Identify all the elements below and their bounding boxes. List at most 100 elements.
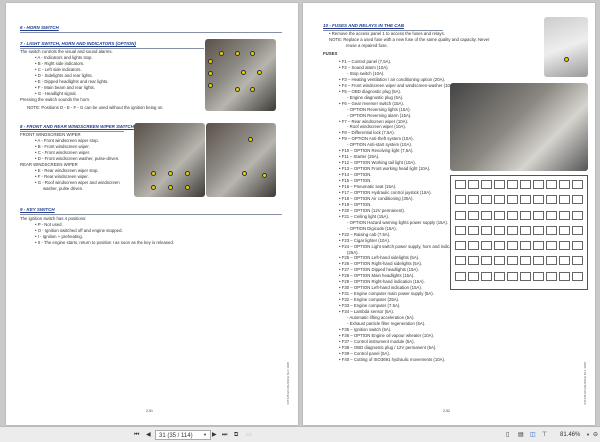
page-number: 2-51 — [146, 409, 154, 413]
fuse-slot — [468, 271, 479, 281]
fuse-box-photo — [450, 83, 588, 171]
fuse-item: • F4 – Front windscreen wiper and windsc… — [339, 82, 456, 88]
fuse-slot — [546, 195, 557, 205]
fuse-slot — [481, 180, 492, 189]
copy-icon[interactable]: ▭ — [246, 430, 252, 440]
fuse-slot — [507, 256, 518, 266]
fuse-slot — [559, 195, 570, 205]
heading-key-switch: 9 - KEY SWITCH — [20, 207, 55, 212]
fuse-slot — [481, 256, 492, 266]
fuse-slot — [494, 195, 505, 205]
fuse-slot — [533, 271, 544, 281]
next-page-button[interactable]: ▶ — [212, 430, 217, 440]
fuse-slot — [455, 256, 466, 266]
fuse-slot — [507, 225, 518, 235]
fuse-slot — [520, 225, 531, 235]
fuse-slot — [559, 271, 570, 281]
front-wiper-photo — [134, 123, 205, 197]
key-switch-text: The ignition switch has 4 positions: • P… — [20, 216, 174, 246]
fuse-slot — [468, 210, 479, 220]
heading-wiper-switch: 8 - FRONT AND REAR WINDSCREEN WIPER SWIT… — [20, 124, 134, 129]
fuse-slot — [481, 225, 492, 235]
fuse-slot — [533, 225, 544, 235]
heading-fuses-relays: 10 - FUSES AND RELAYS IN THE CAB — [323, 23, 405, 28]
heading-light-switch: 7 - LIGHT SWITCH, HORN AND INDICATORS (O… — [20, 41, 136, 46]
fuse-slot — [572, 225, 583, 235]
left-page: 6 - HORN SWITCH 7 - LIGHT SWITCH, HORN A… — [6, 3, 298, 425]
fuses-intro: • Remove the access panel 1 to access th… — [323, 31, 489, 57]
document-code: 647135 EN (01/2013) M-X 1035 — [583, 362, 587, 405]
fuse-item: • F40 – Cutting of ISO3691 hydraulic mov… — [339, 356, 446, 362]
fuse-slot — [533, 241, 544, 251]
zoom-out-icon[interactable]: ⊖ — [593, 430, 598, 440]
fuse-slot — [507, 195, 518, 205]
fuse-slot — [546, 241, 557, 251]
fuse-slot — [455, 225, 466, 235]
fuse-slot — [520, 241, 531, 251]
fuse-slot — [520, 210, 531, 220]
fuse-slot — [572, 256, 583, 266]
fuse-slot — [494, 225, 505, 235]
fuse-slot — [481, 195, 492, 205]
fuse-slot — [494, 256, 505, 266]
rotate-icon[interactable]: ⧉ — [234, 430, 238, 440]
fuse-slot — [559, 225, 570, 235]
single-page-view-icon[interactable]: ▯ — [506, 430, 509, 440]
fuse-slot — [559, 256, 570, 266]
continuous-view-icon[interactable]: ▤ — [518, 430, 524, 440]
fit-width-icon[interactable]: ⊤ — [542, 430, 547, 440]
fuse-slot — [455, 180, 466, 189]
fuse-slot — [546, 225, 557, 235]
zoom-dropdown-chevron-icon[interactable]: ▼ — [586, 430, 590, 440]
fuse-slot — [468, 195, 479, 205]
fuse-slot — [494, 241, 505, 251]
wiper-switch-text: FRONT WINDSCREEN WIPER • A - Front winds… — [20, 132, 120, 192]
fuse-slot — [572, 180, 583, 189]
fuse-slot — [520, 256, 531, 266]
fuse-slot — [507, 210, 518, 220]
document-code: 647135 EN (01/2013) M-X 1035 — [286, 362, 290, 405]
fuse-slot — [533, 210, 544, 220]
note: reuse a repaired fuse. — [346, 43, 388, 48]
fuse-item: • F24 – OPTION Light switch power supply… — [339, 243, 460, 249]
page-dropdown-chevron-icon[interactable]: ▼ — [203, 430, 207, 440]
rear-wiper-photo — [206, 123, 276, 197]
fuse-slot — [507, 180, 518, 189]
first-page-button[interactable]: ⏮ — [134, 430, 139, 440]
fuse-slot — [468, 225, 479, 235]
light-switch-text: The switch controls the visual and sound… — [20, 49, 164, 111]
two-page-view-icon[interactable]: ◫ — [530, 430, 536, 440]
fuse-slot — [546, 256, 557, 266]
fuse-slot — [546, 271, 557, 281]
fuse-slot — [533, 195, 544, 205]
fuse-slot — [572, 241, 583, 251]
para: Pressing the switch sounds the horn. — [20, 97, 91, 102]
fuse-slot — [533, 256, 544, 266]
fuses-label: FUSES — [323, 51, 338, 56]
fuse-slot — [507, 271, 518, 281]
fuse-slot — [520, 195, 531, 205]
last-page-button[interactable]: ⏭ — [222, 430, 227, 440]
fuse-slot — [455, 210, 466, 220]
previous-page-button[interactable]: ◀ — [146, 430, 151, 440]
zoom-level[interactable]: 81.46% — [560, 430, 580, 440]
fuse-slot — [546, 210, 557, 220]
fuse-slot — [455, 271, 466, 281]
fuse-slot — [481, 210, 492, 220]
viewer-toolbar: ⏮ ◀ 31 (35 / 114) ▼ ▶ ⏭ ⧉ ▭ ▯ ▤ ◫ ⊤ 81.4… — [0, 426, 600, 442]
fuse-slot — [507, 241, 518, 251]
list-item: • II - The engine starts, return to posi… — [35, 240, 174, 245]
fuse-slot — [481, 271, 492, 281]
fuse-slot — [468, 180, 479, 189]
fuse-slot — [520, 271, 531, 281]
fuse-slot — [546, 180, 557, 189]
light-switch-photo — [205, 39, 276, 111]
fuse-slot — [468, 241, 479, 251]
heading-horn-switch: 6 - HORN SWITCH — [20, 25, 59, 30]
fuse-slot — [481, 241, 492, 251]
fuse-slot — [455, 241, 466, 251]
fuse-box-diagram — [450, 175, 588, 290]
fuse-slot — [559, 180, 570, 189]
right-page: 10 - FUSES AND RELAYS IN THE CAB • Remov… — [303, 3, 595, 425]
fuse-slot — [494, 271, 505, 281]
